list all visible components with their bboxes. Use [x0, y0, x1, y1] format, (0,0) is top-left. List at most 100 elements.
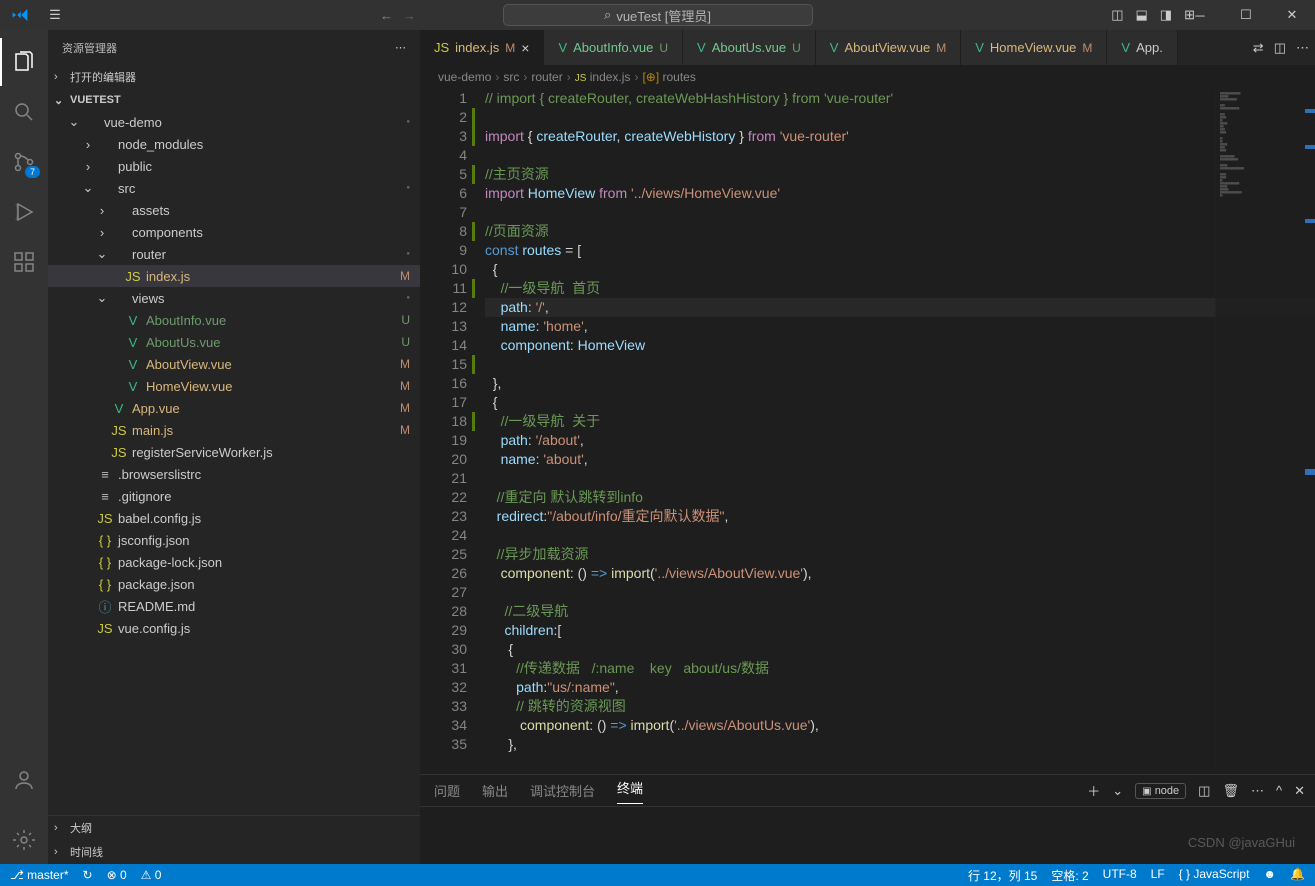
maximize-button[interactable]: ☐ [1223, 0, 1269, 30]
eol[interactable]: LF [1151, 867, 1165, 884]
tree-item[interactable]: ⌄views● [48, 287, 420, 309]
breadcrumb-item[interactable]: vue-demo [438, 70, 491, 84]
problems-warnings[interactable]: ⚠ 0 [141, 868, 162, 882]
tree-item[interactable]: JSmain.jsM [48, 419, 420, 441]
nav-back-icon[interactable]: ← [380, 8, 393, 23]
tree-item[interactable]: VApp.vueM [48, 397, 420, 419]
tree-item[interactable]: { }package.json [48, 573, 420, 595]
run-debug-icon[interactable] [0, 188, 48, 236]
tree-item[interactable]: ⓘREADME.md [48, 595, 420, 617]
tree-item[interactable]: ›assets [48, 199, 420, 221]
settings-icon[interactable] [0, 816, 48, 864]
minimap[interactable]: ████████████████████████████████████████… [1215, 89, 1315, 774]
layout-panel-icon[interactable]: ⬓ [1136, 7, 1148, 23]
terminal-dropdown-icon[interactable]: ⌄ [1112, 783, 1123, 799]
split-terminal-icon[interactable]: ◫ [1198, 783, 1210, 799]
code-editor[interactable]: 1234567891011121314151617181920212223242… [420, 89, 1315, 774]
panel-tab[interactable]: 输出 [482, 781, 508, 800]
statusbar: ⎇ master* ↻ ⊗ 0 ⚠ 0 行 12，列 15 空格: 2 UTF-… [0, 864, 1315, 886]
editor-tab[interactable]: VAboutInfo.vueU [544, 30, 683, 65]
breadcrumb-item[interactable]: src [503, 70, 519, 84]
panel-tab[interactable]: 终端 [617, 778, 643, 804]
tree-item[interactable]: VAboutView.vueM [48, 353, 420, 375]
panel-tab[interactable]: 调试控制台 [530, 781, 595, 800]
file-tree: ⌄vue-demo●›node_modules›public⌄src●›asse… [48, 111, 420, 815]
accounts-icon[interactable] [0, 756, 48, 804]
menu-icon[interactable]: ☰ [40, 7, 70, 23]
tree-item[interactable]: JSindex.jsM [48, 265, 420, 287]
tree-item[interactable]: ⌄router● [48, 243, 420, 265]
tree-item[interactable]: JSregisterServiceWorker.js [48, 441, 420, 463]
close-button[interactable]: ✕ [1269, 0, 1315, 30]
sync-icon[interactable]: ↻ [83, 868, 93, 882]
encoding[interactable]: UTF-8 [1103, 867, 1137, 884]
notifications-icon[interactable]: 🔔 [1290, 867, 1305, 884]
indentation[interactable]: 空格: 2 [1051, 867, 1088, 884]
code-content[interactable]: // import { createRouter, createWebHashH… [485, 89, 1315, 774]
tree-item[interactable]: VHomeView.vueM [48, 375, 420, 397]
minimize-button[interactable]: ─ [1177, 0, 1223, 30]
layout-sidebar-right-icon[interactable]: ◨ [1160, 7, 1172, 23]
new-terminal-icon[interactable]: ＋ [1087, 781, 1100, 800]
breadcrumb-item[interactable]: [⊕] routes [642, 70, 695, 84]
open-editors-section[interactable]: ›打开的编辑器 [48, 65, 420, 89]
split-editor-icon[interactable]: ◫ [1274, 40, 1286, 56]
tree-item[interactable]: JSvue.config.js [48, 617, 420, 639]
terminal-profile[interactable]: ▣ node [1135, 783, 1186, 799]
tree-item[interactable]: VAboutInfo.vueU [48, 309, 420, 331]
layout-sidebar-left-icon[interactable]: ◫ [1111, 7, 1123, 23]
kill-terminal-icon[interactable]: 🗑 [1222, 783, 1239, 799]
tree-item[interactable]: ›components [48, 221, 420, 243]
bottom-panel: 问题 输出 调试控制台 终端 ＋ ⌄ ▣ node ◫ 🗑 ⋯ ^ ✕ [420, 774, 1315, 864]
tree-item[interactable]: { }package-lock.json [48, 551, 420, 573]
scm-badge: 7 [25, 166, 40, 178]
tree-item[interactable]: { }jsconfig.json [48, 529, 420, 551]
panel-more-icon[interactable]: ⋯ [1251, 783, 1264, 799]
timeline-section[interactable]: ›时间线 [48, 840, 420, 864]
cursor-position[interactable]: 行 12，列 15 [968, 867, 1037, 884]
search-activity-icon[interactable] [0, 88, 48, 136]
sidebar-more-icon[interactable]: ⋯ [395, 41, 406, 54]
titlebar: ☰ ← → ⌕ vueTest [管理员] ◫ ⬓ ◨ ⊞ ─ ☐ ✕ [0, 0, 1315, 30]
panel-tab[interactable]: 问题 [434, 781, 460, 800]
breadcrumb-item[interactable]: JS index.js [575, 70, 631, 84]
editor-tab[interactable]: VAboutUs.vueU [683, 30, 816, 65]
vscode-logo-icon [0, 7, 40, 23]
tree-item[interactable]: ≡.gitignore [48, 485, 420, 507]
feedback-icon[interactable]: ☻ [1263, 867, 1276, 884]
panel-tabs: 问题 输出 调试控制台 终端 ＋ ⌄ ▣ node ◫ 🗑 ⋯ ^ ✕ [420, 775, 1315, 807]
project-section[interactable]: ⌄VUETEST [48, 89, 420, 111]
maximize-panel-icon[interactable]: ^ [1276, 783, 1282, 798]
tree-item[interactable]: VAboutUs.vueU [48, 331, 420, 353]
tree-item[interactable]: ⌄src● [48, 177, 420, 199]
problems-errors[interactable]: ⊗ 0 [107, 868, 127, 882]
editor-tab[interactable]: VHomeView.vueM [961, 30, 1107, 65]
language-mode[interactable]: { } JavaScript [1179, 867, 1250, 884]
source-control-icon[interactable]: 7 [0, 138, 48, 186]
tree-item[interactable]: ›node_modules [48, 133, 420, 155]
tree-item[interactable]: ≡.browserslistrc [48, 463, 420, 485]
tree-item[interactable]: JSbabel.config.js [48, 507, 420, 529]
editor-tabs: JSindex.jsM×VAboutInfo.vueUVAboutUs.vueU… [420, 30, 1315, 65]
close-panel-icon[interactable]: ✕ [1294, 783, 1305, 799]
extensions-icon[interactable] [0, 238, 48, 286]
editor-tab[interactable]: JSindex.jsM× [420, 30, 544, 65]
activity-bar: 7 [0, 30, 48, 864]
tree-item[interactable]: ›public [48, 155, 420, 177]
breadcrumb[interactable]: vue-demo›src›router›JS index.js›[⊕] rout… [420, 65, 1315, 89]
command-center[interactable]: ⌕ vueTest [管理员] [503, 4, 813, 26]
git-branch[interactable]: ⎇ master* [10, 868, 69, 882]
tree-item[interactable]: ⌄vue-demo● [48, 111, 420, 133]
outline-section[interactable]: ›大纲 [48, 816, 420, 840]
nav-forward-icon[interactable]: → [403, 8, 416, 23]
editor-tab[interactable]: VAboutView.vueM [816, 30, 961, 65]
editor-group: JSindex.jsM×VAboutInfo.vueUVAboutUs.vueU… [420, 30, 1315, 864]
search-icon: ⌕ [604, 7, 611, 23]
explorer-icon[interactable] [0, 38, 48, 86]
line-numbers: 1234567891011121314151617181920212223242… [420, 89, 485, 774]
editor-tab[interactable]: VApp. [1107, 30, 1177, 65]
breadcrumb-item[interactable]: router [531, 70, 562, 84]
tab-more-icon[interactable]: ⋯ [1296, 40, 1309, 56]
compare-icon[interactable]: ⇄ [1253, 40, 1264, 56]
close-tab-icon[interactable]: × [521, 40, 529, 56]
